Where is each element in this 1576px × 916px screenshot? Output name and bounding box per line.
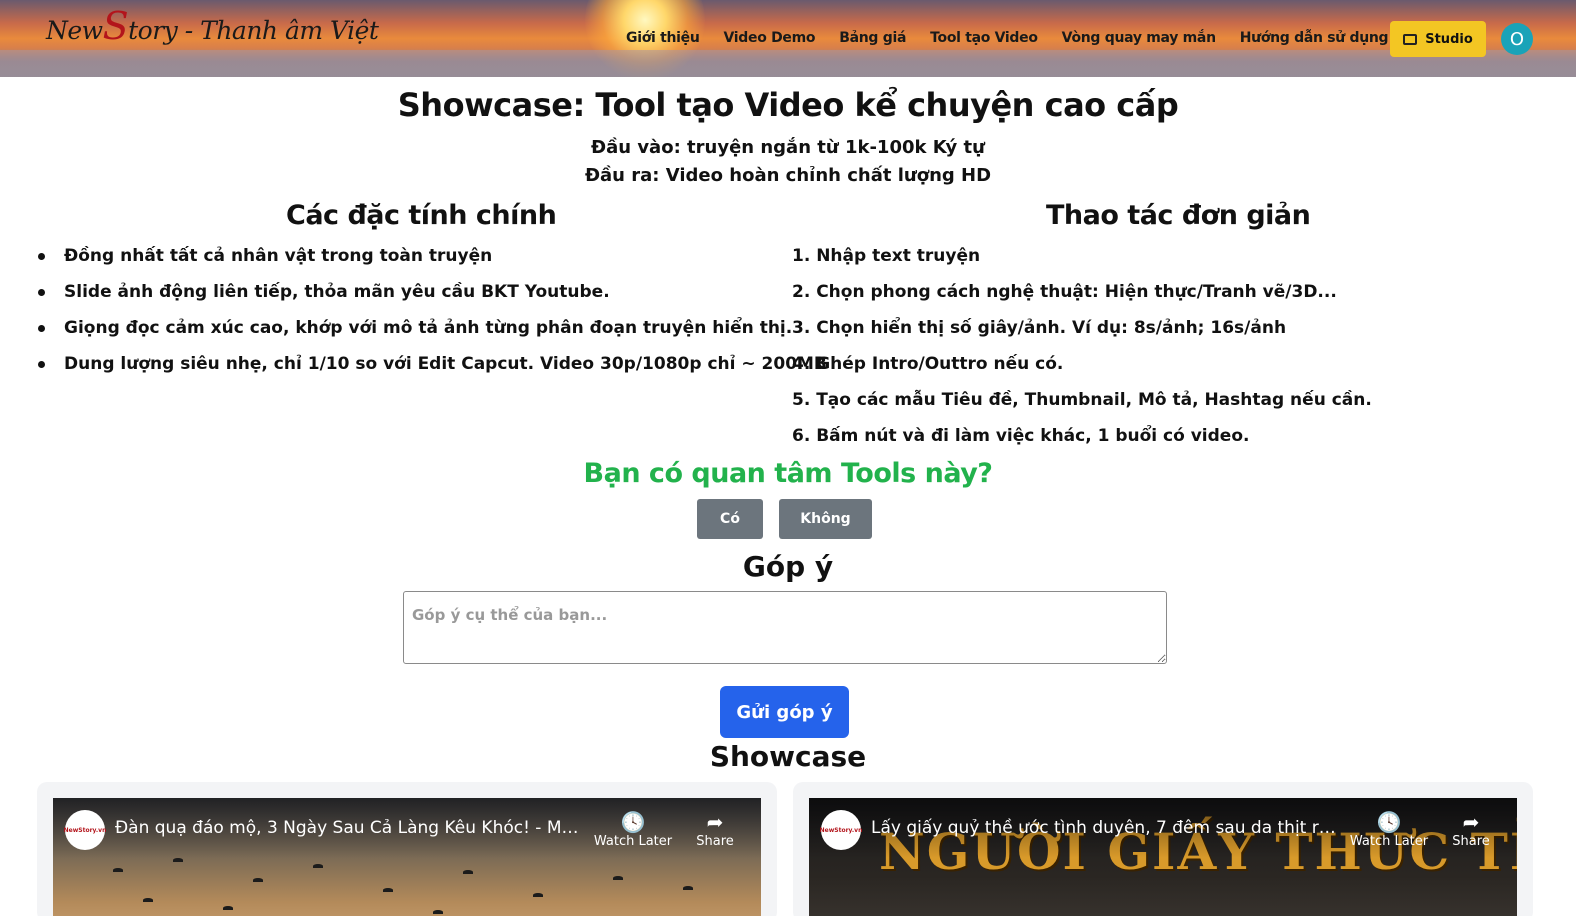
video-player[interactable]: NGƯỜI GIẤY THỨC TỈNH NewStory.vn Lấy giấ… bbox=[809, 798, 1517, 916]
logo-s: S bbox=[102, 4, 129, 48]
studio-button[interactable]: Studio bbox=[1390, 21, 1486, 57]
video-player[interactable]: NewStory.vn Đàn quạ đáo mộ, 3 Ngày Sau C… bbox=[53, 798, 761, 916]
share-label: Share bbox=[1452, 834, 1490, 849]
logo-prefix: New bbox=[46, 16, 103, 45]
nav-video-demo[interactable]: Video Demo bbox=[724, 30, 816, 46]
main-nav: Giới thiệu Video Demo Bảng giá Tool tạo … bbox=[626, 30, 1389, 46]
feature-item: Dung lượng siêu nhẹ, chỉ 1/10 so với Edi… bbox=[36, 352, 827, 388]
page-title: Showcase: Tool tạo Video kể chuyện cao c… bbox=[397, 86, 1179, 124]
site-logo[interactable]: NewStory - Thanh âm Việt bbox=[46, 7, 379, 45]
input-description: Đầu vào: truyện ngắn từ 1k-100k Ký tự bbox=[591, 137, 985, 158]
share-button[interactable]: ➦ Share bbox=[675, 810, 755, 849]
share-icon: ➦ bbox=[1462, 810, 1480, 834]
step-item: 1. Nhập text truyện bbox=[792, 246, 981, 266]
steps-heading: Thao tác đơn giản bbox=[1046, 200, 1311, 231]
share-label: Share bbox=[696, 834, 734, 849]
monitor-icon bbox=[1403, 33, 1418, 45]
yes-button[interactable]: Có bbox=[697, 499, 763, 539]
output-description: Đầu ra: Video hoàn chỉnh chất lượng HD bbox=[584, 165, 992, 186]
showcase-title: Showcase bbox=[709, 740, 867, 773]
features-list: Đồng nhất tất cả nhân vật trong toàn tru… bbox=[36, 244, 827, 388]
step-item: 2. Chọn phong cách nghệ thuật: Hiện thực… bbox=[792, 282, 1337, 302]
step-item: 3. Chọn hiển thị số giây/ảnh. Ví dụ: 8s/… bbox=[792, 318, 1287, 338]
step-item: 4. Ghép Intro/Outtro nếu có. bbox=[792, 354, 1064, 374]
nav-guide[interactable]: Hướng dẫn sử dụng bbox=[1240, 30, 1389, 46]
share-button[interactable]: ➦ Share bbox=[1431, 810, 1511, 849]
watch-later-button[interactable]: 🕓 Watch Later bbox=[593, 810, 673, 849]
top-header: NewStory - Thanh âm Việt Giới thiệu Vide… bbox=[0, 0, 1576, 77]
send-feedback-button[interactable]: Gửi góp ý bbox=[720, 686, 849, 738]
channel-logo[interactable]: NewStory.vn bbox=[820, 810, 862, 850]
nav-intro[interactable]: Giới thiệu bbox=[626, 30, 700, 46]
video-card: NGƯỜI GIẤY THỨC TỈNH NewStory.vn Lấy giấ… bbox=[793, 782, 1533, 916]
feedback-textarea[interactable] bbox=[403, 591, 1167, 664]
video-card: NewStory.vn Đàn quạ đáo mộ, 3 Ngày Sau C… bbox=[37, 782, 777, 916]
watch-later-label: Watch Later bbox=[1349, 834, 1429, 849]
user-avatar[interactable]: O bbox=[1501, 23, 1533, 55]
nav-pricing[interactable]: Bảng giá bbox=[839, 30, 906, 46]
feedback-title: Góp ý bbox=[742, 550, 834, 583]
interest-question: Bạn có quan tâm Tools này? bbox=[583, 458, 993, 489]
channel-logo[interactable]: NewStory.vn bbox=[64, 810, 106, 850]
nav-lucky-wheel[interactable]: Vòng quay may mắn bbox=[1062, 30, 1216, 46]
video-title[interactable]: Lấy giấy quỷ thề ước tình duyên, 7 đêm s… bbox=[871, 818, 1341, 838]
sea-background bbox=[0, 50, 1576, 77]
clock-icon: 🕓 bbox=[1376, 810, 1402, 834]
steps-list: 1. Nhập text truyện 2. Chọn phong cách n… bbox=[792, 244, 1372, 460]
studio-label: Studio bbox=[1425, 31, 1473, 47]
share-icon: ➦ bbox=[706, 810, 724, 834]
step-item: 6. Bấm nút và đi làm việc khác, 1 buổi c… bbox=[792, 426, 1250, 446]
feature-item: Slide ảnh động liên tiếp, thỏa mãn yêu c… bbox=[36, 280, 827, 316]
watch-later-label: Watch Later bbox=[593, 834, 673, 849]
nav-video-tool[interactable]: Tool tạo Video bbox=[930, 30, 1038, 46]
no-button[interactable]: Không bbox=[779, 499, 872, 539]
video-title[interactable]: Đàn quạ đáo mộ, 3 Ngày Sau Cả Làng Kêu K… bbox=[115, 818, 585, 838]
logo-rest: tory - Thanh âm Việt bbox=[128, 16, 379, 45]
step-item: 5. Tạo các mẫu Tiêu đề, Thumbnail, Mô tả… bbox=[792, 390, 1372, 410]
watch-later-button[interactable]: 🕓 Watch Later bbox=[1349, 810, 1429, 849]
clock-icon: 🕓 bbox=[620, 810, 646, 834]
feature-item: Đồng nhất tất cả nhân vật trong toàn tru… bbox=[36, 244, 827, 280]
features-heading: Các đặc tính chính bbox=[286, 200, 557, 231]
feature-item: Giọng đọc cảm xúc cao, khớp với mô tả ản… bbox=[36, 316, 827, 352]
